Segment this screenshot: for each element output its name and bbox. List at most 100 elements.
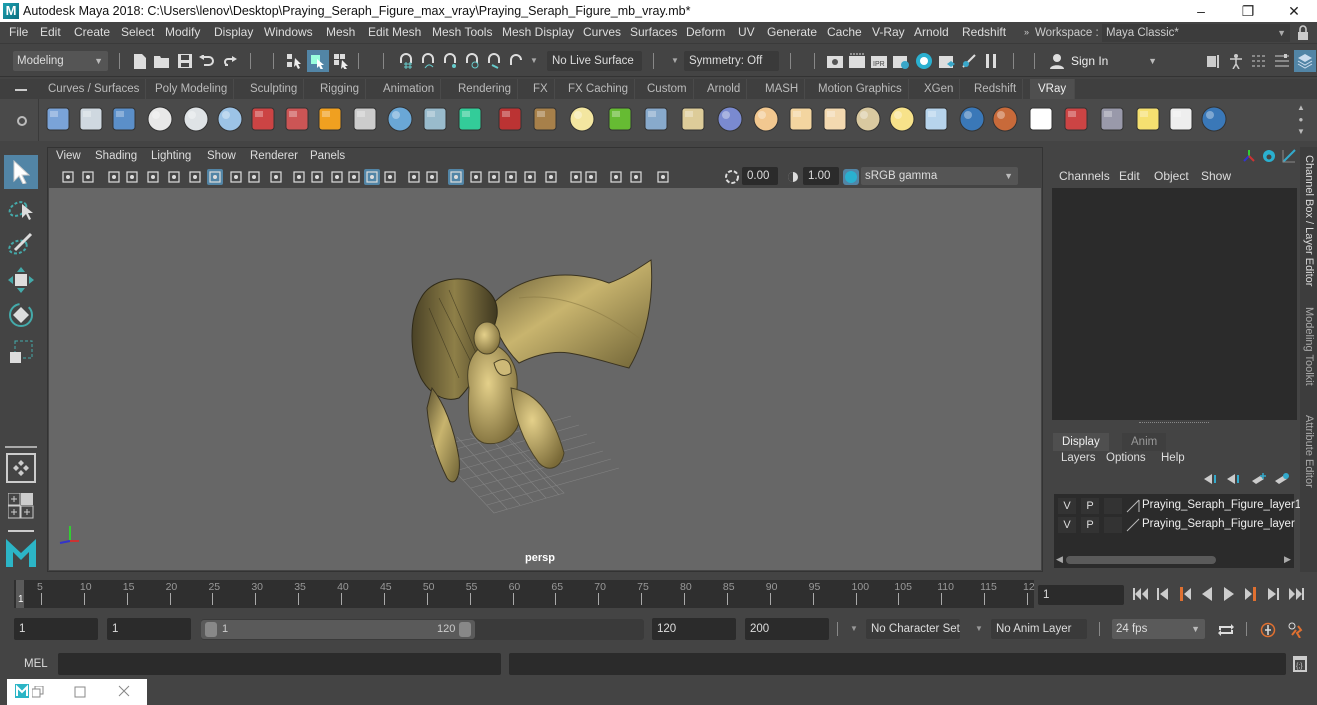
shelf-scroll[interactable]: ▲ ● ▼ xyxy=(1297,102,1305,138)
minimize-button[interactable]: – xyxy=(1178,0,1224,22)
layer-editor-icon[interactable] xyxy=(1262,149,1276,163)
lasso-tool-icon[interactable] xyxy=(4,191,38,225)
menu-vray[interactable]: V-Ray xyxy=(872,25,905,39)
shelf-tab-mash[interactable]: MASH xyxy=(759,79,806,99)
shelf-tab-rendering[interactable]: Rendering xyxy=(452,79,519,99)
move-layer-down-icon[interactable] xyxy=(1227,473,1241,485)
image-plane-icon[interactable] xyxy=(145,169,161,185)
playback-start-field[interactable]: 1 xyxy=(107,618,191,640)
menu-select[interactable]: Select xyxy=(121,25,154,39)
start-time-field[interactable]: 1 xyxy=(14,618,98,640)
range-slider-start-handle[interactable] xyxy=(205,622,217,637)
vray-fur-icon[interactable] xyxy=(495,103,525,135)
safe-action-icon[interactable] xyxy=(309,169,325,185)
new-layer-icon[interactable] xyxy=(1252,473,1266,485)
menu-deform[interactable]: Deform xyxy=(686,25,725,39)
motion-blur-icon[interactable] xyxy=(503,169,519,185)
vray-logo-icon[interactable] xyxy=(145,103,175,135)
layer-name[interactable]: Praying_Seraph_Figure_layer xyxy=(1142,518,1295,530)
restore-button[interactable]: ❐ xyxy=(1225,0,1271,22)
character-set-field[interactable]: No Character Set xyxy=(866,619,960,639)
multisample-aa-icon[interactable] xyxy=(522,169,538,185)
options-menu[interactable]: Options xyxy=(1106,452,1146,464)
range-slider-fill[interactable] xyxy=(201,620,475,639)
vray-scatter-icon[interactable] xyxy=(641,103,671,135)
exposure-field[interactable]: 0.00 xyxy=(742,167,778,185)
snap-to-point-icon[interactable] xyxy=(440,51,460,71)
layer-type-toggle[interactable] xyxy=(1104,498,1122,514)
xray-icon[interactable] xyxy=(406,169,422,185)
shelf-tab-custom[interactable]: Custom xyxy=(641,79,694,99)
close-icon[interactable] xyxy=(118,685,132,699)
textured-icon[interactable] xyxy=(424,169,440,185)
menu-edit-mesh[interactable]: Edit Mesh xyxy=(368,25,421,39)
pause-viewport-icon[interactable] xyxy=(981,51,1001,71)
paint-select-tool-icon[interactable] xyxy=(4,227,38,261)
hypershade-icon[interactable] xyxy=(913,50,935,72)
range-slider[interactable]: 1 120 xyxy=(201,619,644,640)
object-menu[interactable]: Object xyxy=(1154,169,1189,183)
minimized-window[interactable] xyxy=(7,679,147,705)
panel-menu-lighting[interactable]: Lighting xyxy=(151,150,191,162)
workspace-select[interactable]: Maya Classic* ▼ xyxy=(1102,24,1290,42)
render-setup-icon[interactable] xyxy=(937,51,957,71)
maximize-icon[interactable] xyxy=(74,686,86,698)
menu-set-dropdown[interactable]: Modeling ▼ xyxy=(13,51,108,71)
vray-dome-light-icon[interactable] xyxy=(751,103,781,135)
range-slider-end-handle[interactable] xyxy=(459,622,471,637)
side-tab-channel-box[interactable]: Channel Box / Layer Editor xyxy=(1301,155,1316,286)
backface-icon[interactable] xyxy=(628,169,644,185)
layer-name[interactable]: Praying_Seraph_Figure_layer1 xyxy=(1142,499,1301,511)
shelf-tab-animation[interactable]: Animation xyxy=(377,79,442,99)
gamma-icon[interactable] xyxy=(785,169,801,185)
menu-generate[interactable]: Generate xyxy=(767,25,817,39)
close-button[interactable]: ✕ xyxy=(1271,0,1317,22)
channel-box-area[interactable] xyxy=(1052,188,1297,420)
chevron-down-icon[interactable]: ▼ xyxy=(530,56,538,65)
symmetry-field[interactable]: Symmetry: Off xyxy=(684,51,779,71)
menu-curves[interactable]: Curves xyxy=(583,25,621,39)
layer-color-icon[interactable] xyxy=(1126,499,1140,513)
menu-edit[interactable]: Edit xyxy=(40,25,61,39)
edit-menu[interactable]: Edit xyxy=(1119,169,1140,183)
step-back-frame-icon[interactable] xyxy=(1154,585,1172,603)
layer-row[interactable]: V P Praying_Seraph_Figure_layer1 xyxy=(1054,497,1301,516)
layout-shortcuts-icon[interactable] xyxy=(7,492,34,519)
shelf-settings-icon[interactable] xyxy=(17,116,27,126)
shelf-tab-curves-surfaces[interactable]: Curves / Surfaces xyxy=(42,79,147,99)
render-frame-icon[interactable] xyxy=(847,51,867,71)
light-editor-icon[interactable] xyxy=(959,51,979,71)
side-tab-modeling-toolkit[interactable]: Modeling Toolkit xyxy=(1301,307,1316,386)
gamma-field[interactable]: 1.00 xyxy=(803,167,839,185)
open-scene-icon[interactable] xyxy=(153,52,171,70)
vray-cloud-icon[interactable] xyxy=(1166,103,1196,135)
tool-settings-icon[interactable] xyxy=(1272,51,1292,71)
channels-menu[interactable]: Channels xyxy=(1059,169,1110,183)
vray-sphere-light2-icon[interactable] xyxy=(820,103,850,135)
lock-icon[interactable] xyxy=(1297,25,1309,41)
gate-mask-icon[interactable] xyxy=(268,169,284,185)
panel-menu-view[interactable]: View xyxy=(56,150,81,162)
vray-blend-icon[interactable] xyxy=(385,103,415,135)
menu-display[interactable]: Display xyxy=(214,25,253,39)
render-view-icon[interactable] xyxy=(825,51,845,71)
attribute-editor-toggle-icon[interactable] xyxy=(1282,149,1296,163)
loop-icon[interactable] xyxy=(1216,620,1236,640)
go-to-start-icon[interactable] xyxy=(1132,585,1150,603)
panel-menu-show[interactable]: Show xyxy=(207,150,236,162)
shelf-tab-vray[interactable]: VRay xyxy=(1030,79,1075,99)
vray-sun-icon[interactable] xyxy=(887,103,917,135)
vray-log-icon[interactable] xyxy=(109,103,139,135)
auto-key-icon[interactable] xyxy=(1258,620,1278,640)
camera-attributes-icon[interactable] xyxy=(106,169,122,185)
menu-surfaces[interactable]: Surfaces xyxy=(630,25,677,39)
show-menu[interactable]: Show xyxy=(1201,169,1231,183)
shelf-tab-sculpting[interactable]: Sculpting xyxy=(244,79,305,99)
sign-in-dropdown[interactable]: Sign In ▼ xyxy=(1046,51,1162,71)
vray-spline-icon[interactable] xyxy=(678,103,708,135)
layer-row[interactable]: V P Praying_Seraph_Figure_layer xyxy=(1054,516,1295,535)
3d-viewport[interactable]: persp xyxy=(49,188,1041,570)
menu-modify[interactable]: Modify xyxy=(165,25,200,39)
use-all-lights-icon[interactable] xyxy=(448,169,464,185)
layer-visibility-toggle[interactable]: V xyxy=(1058,498,1076,514)
